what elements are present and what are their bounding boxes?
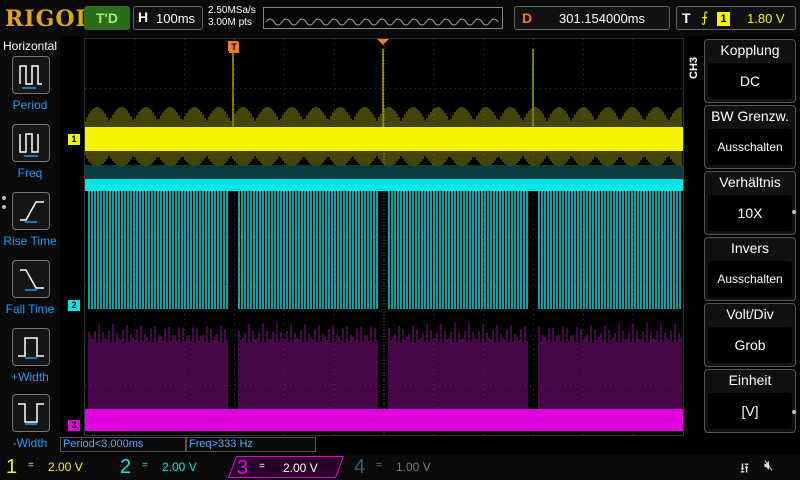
frequency-icon <box>12 124 50 162</box>
top-status-bar: RIGOL T'D H 100ms 2.50MSa/s 3.00M pts T … <box>0 0 800 36</box>
trigger-delay[interactable]: D 301.154000ms <box>514 6 670 30</box>
positive-width-icon <box>12 328 50 366</box>
ch3-trace-band <box>85 409 683 431</box>
bandwidth-limit-menu-item[interactable]: BW Grenzw. Ausschalten <box>704 105 796 169</box>
dc-coupling-icon: = <box>142 460 148 471</box>
freq-label: Freq <box>17 166 43 180</box>
dc-coupling-icon: = <box>376 460 382 471</box>
memory-overview-bar: T <box>263 7 596 29</box>
acquisition-info: 2.50MSa/s 3.00M pts <box>208 5 256 29</box>
channel2-scale: 2.00 V <box>162 460 197 474</box>
probe-ratio-label: Verhältnis <box>719 174 781 190</box>
frequency-measurement[interactable]: Freq>333 Hz <box>186 437 316 452</box>
channel-offset-marker[interactable]: 3 <box>68 420 80 431</box>
channel3-status[interactable]: 3 = 2.00 V <box>227 456 345 479</box>
channel1-number: 1 <box>6 456 18 478</box>
invert-value: Ausschalten <box>708 261 792 297</box>
dc-coupling-icon: = <box>28 460 34 471</box>
page-dot <box>792 210 796 214</box>
channel4-status[interactable]: 4 = 1.00 V <box>354 456 454 478</box>
negative-width-label: -Width <box>12 436 48 450</box>
invert-label: Invers <box>730 240 770 256</box>
channel3-number: 3 <box>237 457 249 479</box>
sample-rate: 2.50MSa/s <box>208 5 256 16</box>
bandwidth-limit-label: BW Grenzw. <box>711 108 789 124</box>
coupling-value: DC <box>708 63 792 99</box>
trigger-settings[interactable]: T ⨍ 1 1.80 V <box>676 6 796 30</box>
measure-rise-time-button[interactable]: Rise Time <box>0 192 60 256</box>
delay-letter: D <box>522 10 533 26</box>
measure-freq-button[interactable]: Freq <box>0 124 60 188</box>
delay-value: 301.154000ms <box>559 11 646 26</box>
ch1-trace-band <box>85 127 683 151</box>
horizontal-letter: H <box>138 9 149 25</box>
measurement-results: Period<3.000ms Freq>333 Hz <box>60 437 686 453</box>
period-measurement[interactable]: Period<3.000ms <box>60 437 186 452</box>
channel2-status[interactable]: 2 = 2.00 V <box>120 456 220 478</box>
trigger-letter: T <box>682 10 691 26</box>
memory-waveform-preview <box>265 18 499 26</box>
fall-time-label: Fall Time <box>5 302 55 316</box>
rigol-logo: RIGOL <box>5 6 92 32</box>
trigger-source-badge: 1 <box>717 12 730 26</box>
volts-div-value: Grob <box>708 327 792 363</box>
usb-icon: ⭿ <box>740 460 750 476</box>
horizontal-timebase[interactable]: H 100ms <box>133 6 203 30</box>
trigger-marker[interactable]: T <box>229 42 239 53</box>
positive-width-label: +Width <box>11 370 49 384</box>
bandwidth-limit-value: Ausschalten <box>708 129 792 165</box>
unit-menu-item[interactable]: Einheit ◀ [V] <box>704 369 796 433</box>
coupling-menu-item[interactable]: Kopplung ◀ DC <box>704 39 796 103</box>
measure-menu-title: Horizontal <box>2 39 58 53</box>
negative-width-icon <box>12 394 50 432</box>
ch2-trace-shadow <box>85 165 683 179</box>
waveform-canvas <box>85 39 683 435</box>
rise-time-icon <box>12 192 50 230</box>
trigger-level: 1.80 V <box>747 11 785 26</box>
channel3-menu: CH3 Kopplung ◀ DC BW Grenzw. Ausschalten… <box>686 36 800 436</box>
channel-tag: CH3 <box>688 56 700 79</box>
center-position-marker <box>377 39 389 45</box>
page-dot <box>792 410 796 414</box>
speaker-muted-icon[interactable]: 🔇︎ <box>764 457 773 474</box>
probe-ratio-menu-item[interactable]: Verhältnis ◀ 10X <box>704 171 796 235</box>
rising-edge-icon: ⨍ <box>701 9 709 25</box>
volts-div-menu-item[interactable]: Volt/Div Grob <box>704 303 796 367</box>
measure-negative-width-button[interactable]: -Width <box>0 394 60 458</box>
channel-offset-marker[interactable]: 1 <box>68 134 80 145</box>
rise-time-label: Rise Time <box>3 234 57 248</box>
measure-period-button[interactable]: Period <box>0 56 60 120</box>
channel-status-bar: 1 = 2.00 V 2 = 2.00 V 3 = 2.00 V 4 = 1.0… <box>0 454 800 480</box>
unit-label: Einheit <box>728 372 772 388</box>
channel1-scale: 2.00 V <box>48 460 83 474</box>
waveform-display[interactable] <box>84 38 684 436</box>
channel4-number: 4 <box>354 456 366 478</box>
run-status-badge[interactable]: T'D <box>84 6 130 30</box>
period-label: Period <box>12 98 48 112</box>
memory-depth: 3.00M pts <box>208 17 252 28</box>
period-icon <box>12 56 50 94</box>
probe-ratio-value: 10X <box>708 195 792 231</box>
channel4-scale: 1.00 V <box>396 460 431 474</box>
timebase-value: 100ms <box>156 11 196 26</box>
unit-value: [V] <box>708 393 792 429</box>
coupling-label: Kopplung <box>720 42 780 58</box>
measure-fall-time-button[interactable]: Fall Time <box>0 260 60 324</box>
volts-div-label: Volt/Div <box>726 306 774 322</box>
measure-menu: Horizontal Period Freq Rise Time Fall Ti… <box>0 36 60 454</box>
invert-menu-item[interactable]: Invers Ausschalten <box>704 237 796 301</box>
dc-coupling-icon: = <box>259 461 265 472</box>
channel1-status[interactable]: 1 = 2.00 V <box>6 456 106 478</box>
fall-time-icon <box>12 260 50 298</box>
channel3-scale: 2.00 V <box>283 461 318 475</box>
measure-positive-width-button[interactable]: +Width <box>0 328 60 392</box>
channel-offset-marker[interactable]: 2 <box>68 300 80 311</box>
channel2-number: 2 <box>120 456 132 478</box>
